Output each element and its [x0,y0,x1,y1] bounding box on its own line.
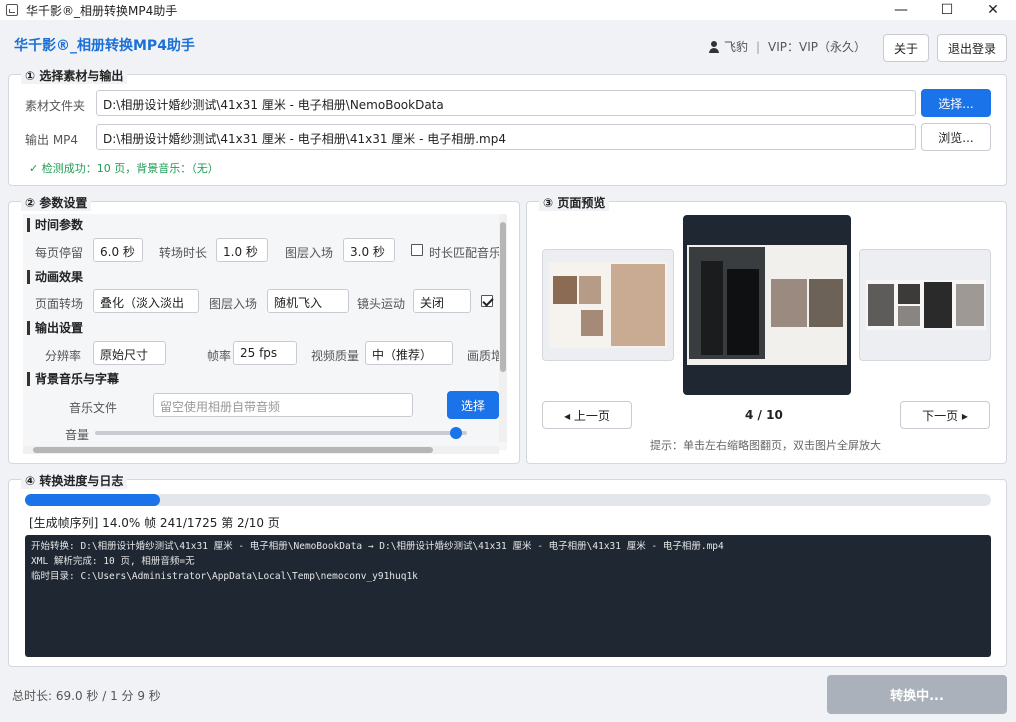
match-music-label: 时长匹配音乐 [429,246,502,260]
camera-select[interactable]: 关闭 [413,289,471,313]
params-scroll-area: 时间参数 每页停留 6.0 秒 转场时长 1.0 秒 图层入场 3.0 秒 时长… [23,214,507,450]
music-section-title: 背景音乐与字幕 [27,372,119,386]
quality-label: 视频质量 [311,349,360,363]
next-page-button[interactable]: 下一页 ▸ [900,401,990,429]
preview-group-title: ③ 页面预览 [539,194,610,211]
minimize-button[interactable]: — [878,0,924,20]
prev-page-thumbnail[interactable] [542,249,674,361]
page-stay-input[interactable]: 6.0 秒 [93,238,143,262]
username: 飞豹 [723,40,748,54]
volume-slider-knob[interactable] [449,427,462,439]
progress-bar-fill [25,494,161,506]
match-music-checkbox[interactable] [411,244,423,256]
time-section-title: 时间参数 [27,218,83,232]
params-horizontal-scrollbar[interactable] [23,446,499,454]
preview-group: ③ 页面预览 ◂ 上一页 4 / 10 下一页 ▸ 提示：单击左右缩略图翻页，双… [526,194,1007,464]
window-title: 华千影®_相册转换MP4助手 [26,3,178,18]
music-file-input[interactable]: 留空使用相册自带音频 [153,393,413,417]
app-icon [6,4,18,16]
music-file-label: 音乐文件 [69,401,118,415]
log-line: XML 解析完成: 10 页, 相册音频=无 [31,556,195,567]
transition-label: 转场时长 [159,246,208,260]
params-horizontal-scroll-thumb[interactable] [33,447,433,453]
page-trans-select[interactable]: 叠化（淡入淡出 [93,289,199,313]
prev-page-image [549,262,667,348]
output-input[interactable]: D:\相册设计婚纱测试\41x31 厘米 - 电子相册\41x31 厘米 - 电… [96,124,916,150]
prev-page-button[interactable]: ◂ 上一页 [542,401,632,429]
user-icon [708,40,720,53]
extra-checkbox[interactable] [481,295,493,307]
params-group: ② 参数设置 时间参数 每页停留 6.0 秒 转场时长 1.0 秒 图层入场 3… [8,194,520,464]
resolution-select[interactable]: 原始尺寸 [93,341,166,365]
vip-status: VIP：VIP（永久） [768,40,866,54]
photo-block [924,282,952,328]
fps-select[interactable]: 25 fps [233,341,297,365]
maximize-button[interactable]: ☐ [924,0,970,20]
layer-anim-label: 图层入场 [209,297,258,311]
current-page-image [687,245,847,365]
photo-block [809,279,843,327]
output-section-title: 输出设置 [27,321,83,335]
logout-button[interactable]: 退出登录 [937,34,1007,62]
source-group-title: ① 选择素材与输出 [21,67,128,84]
about-button[interactable]: 关于 [883,34,929,62]
quality-select[interactable]: 中（推荐） [365,341,453,365]
progress-bar-track [25,494,991,506]
output-label: 输出 MP4 [25,133,79,147]
log-line: 开始转换: D:\相册设计婚纱测试\41x31 厘米 - 电子相册\NemoBo… [31,541,724,552]
folder-label: 素材文件夹 [25,99,86,113]
detect-status: ✓ 检测成功：10 页，背景音乐：（无） [29,162,219,175]
params-vertical-scrollbar[interactable] [499,214,507,442]
fps-label: 帧率 [207,349,232,363]
photo-block [898,284,920,304]
current-page-preview[interactable] [683,215,851,395]
photo-block [611,264,665,346]
params-vertical-scroll-thumb[interactable] [500,222,506,372]
params-group-title: ② 参数设置 [21,194,92,211]
progress-group: ④ 转换进度与日志 [生成帧序列] 14.0% 帧 241/1725 第 2/1… [8,472,1007,667]
layer-in-input[interactable]: 3.0 秒 [343,238,395,262]
photo-block [553,276,577,304]
next-page-thumbnail[interactable] [859,249,991,361]
resolution-label: 分辨率 [45,349,82,363]
log-line: 临时目录: C:\Users\Administrator\AppData\Loc… [31,571,418,582]
music-choose-button[interactable]: 选择 [447,391,499,419]
folder-input[interactable]: D:\相册设计婚纱测试\41x31 厘米 - 电子相册\NemoBookData [96,90,916,116]
page-stay-label: 每页停留 [35,246,84,260]
convert-button[interactable]: 转换中... [827,675,1007,714]
source-group: ① 选择素材与输出 素材文件夹 D:\相册设计婚纱测试\41x31 厘米 - 电… [8,67,1007,186]
camera-label: 镜头运动 [357,297,406,311]
photo-block [898,306,920,326]
separator: | [755,39,761,54]
progress-status: [生成帧序列] 14.0% 帧 241/1725 第 2/10 页 [29,516,280,530]
anim-section-title: 动画效果 [27,270,83,284]
preview-hint: 提示：单击左右缩略图翻页，双击图片全屏放大 [650,439,881,452]
next-page-image [866,280,986,330]
total-duration: 总时长: 69.0 秒 / 1 分 9 秒 [12,689,161,703]
photo-block [727,269,759,355]
title-bar: 华千影®_相册转换MP4助手 — ☐ ✕ [0,0,1016,20]
layer-anim-select[interactable]: 随机飞入 [267,289,349,313]
browse-output-button[interactable]: 浏览... [921,123,991,151]
transition-input[interactable]: 1.0 秒 [216,238,268,262]
page-indicator: 4 / 10 [745,408,783,422]
photo-block [771,279,807,327]
photo-block [868,284,894,326]
layer-in-label: 图层入场 [285,246,334,260]
photo-block [956,284,984,326]
choose-folder-button[interactable]: 选择... [921,89,991,117]
photo-block [701,261,723,355]
user-info: 飞豹 | VIP：VIP（永久） [708,38,866,55]
brand-title: 华千影®_相册转换MP4助手 [14,38,195,54]
photo-block [581,310,603,336]
volume-label: 音量 [65,428,90,442]
photo-block [579,276,601,304]
progress-group-title: ④ 转换进度与日志 [21,472,128,489]
close-button[interactable]: ✕ [970,0,1016,20]
enhance-label: 画质增 [467,349,504,363]
log-console: 开始转换: D:\相册设计婚纱测试\41x31 厘米 - 电子相册\NemoBo… [25,535,991,657]
volume-slider-track[interactable] [95,431,467,435]
page-trans-label: 页面转场 [35,297,84,311]
